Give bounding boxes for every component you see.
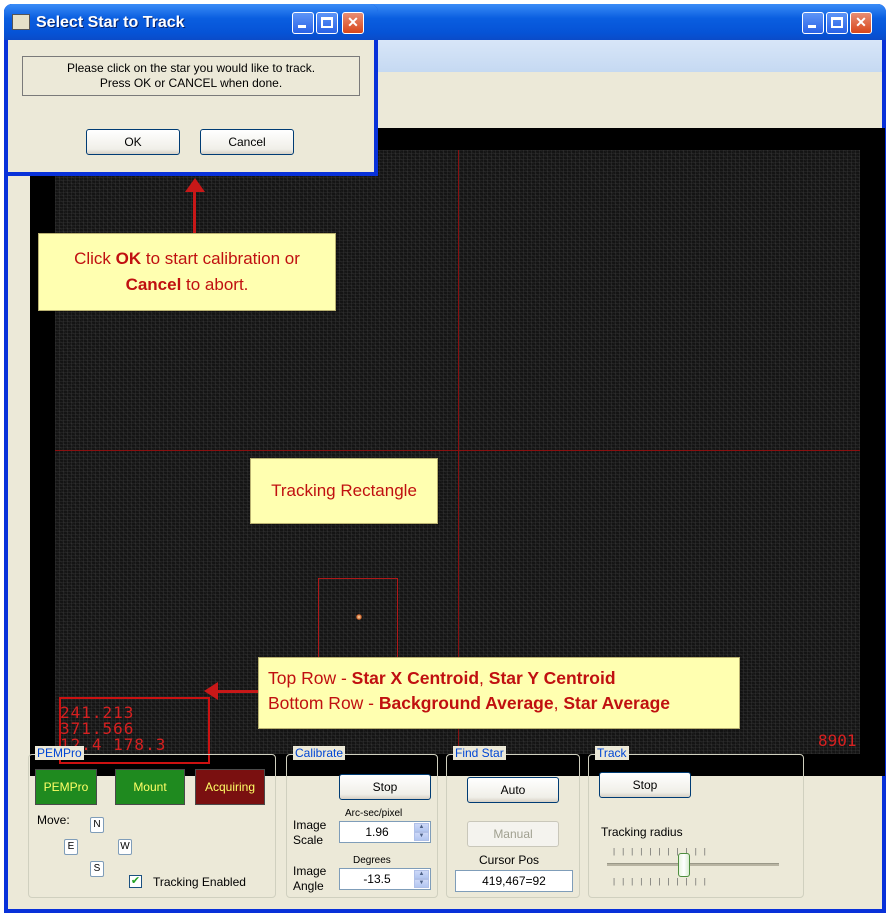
callout-bold: Star X Centroid: [351, 668, 480, 688]
dialog-message-line1: Please click on the star you would like …: [66, 61, 316, 75]
image-angle-spinner[interactable]: ▲ ▼: [414, 870, 429, 888]
slider-ticks-top: |||||||||||: [613, 847, 713, 856]
dialog-message: Please click on the star you would like …: [22, 56, 360, 96]
maximize-icon: [831, 17, 843, 28]
dialog-minimize-button[interactable]: [292, 12, 314, 34]
tracking-radius-label: Tracking radius: [601, 825, 683, 839]
dialog-close-button[interactable]: ✕: [342, 12, 364, 34]
callout-bold: Star Average: [563, 693, 671, 713]
image-scale-field[interactable]: 1.96 ▲ ▼: [339, 821, 431, 843]
pempro-group-label: PEMPro: [35, 746, 84, 760]
dialog-client-area: Please click on the star you would like …: [8, 40, 374, 172]
maximize-button[interactable]: [826, 12, 848, 34]
rows-arrow-shaft: [218, 690, 258, 693]
manual-button[interactable]: Manual: [467, 821, 559, 847]
track-stop-button[interactable]: Stop: [599, 772, 691, 798]
acquiring-status-button[interactable]: Acquiring: [195, 769, 265, 805]
callout-text: Bottom Row -: [268, 693, 379, 713]
callout-text: to start calibration or: [141, 249, 300, 268]
callout-text: to abort.: [181, 275, 249, 294]
dialog-maximize-button[interactable]: [316, 12, 338, 34]
callout-bold: Cancel: [125, 275, 182, 294]
dialog-title-bar: Select Star to Track ✕: [4, 4, 378, 40]
calibrate-stop-button[interactable]: Stop: [339, 774, 431, 800]
spin-down-icon[interactable]: ▼: [414, 832, 429, 841]
mount-status-button[interactable]: Mount: [115, 769, 185, 805]
callout-text: ,: [479, 668, 489, 688]
pempro-status-button[interactable]: PEMPro: [35, 769, 97, 805]
arrow-left-icon: [204, 682, 218, 700]
app-icon: [12, 14, 30, 30]
image-scale-label: Image Scale: [293, 818, 326, 848]
image-scale-spinner[interactable]: ▲ ▼: [414, 823, 429, 841]
close-button[interactable]: ✕: [850, 12, 872, 34]
callout-text: Top Row -: [268, 668, 352, 688]
move-north-button[interactable]: N: [90, 817, 104, 833]
calibrate-group: Calibrate Stop Image Scale Arc-sec/pixel …: [286, 746, 438, 898]
minimize-icon: [298, 25, 306, 28]
spin-up-icon[interactable]: ▲: [414, 870, 429, 879]
close-icon: ✕: [347, 14, 359, 30]
tracking-radius-track[interactable]: [607, 863, 779, 866]
frame-counter: 8901: [818, 731, 857, 750]
image-angle-label-l2: Angle: [293, 879, 324, 893]
calibrate-group-label: Calibrate: [293, 746, 346, 760]
rows-callout: Top Row - Star X Centroid, Star Y Centro…: [258, 657, 740, 729]
ok-button[interactable]: OK: [86, 129, 180, 155]
image-angle-field[interactable]: -13.5 ▲ ▼: [339, 868, 431, 890]
find-star-group: Find Star Auto Manual Cursor Pos 419,467…: [446, 746, 580, 898]
minimize-button[interactable]: [802, 12, 824, 34]
maximize-icon: [321, 17, 333, 28]
tracking-rectangle-callout: Tracking Rectangle: [250, 458, 438, 524]
move-label: Move:: [37, 813, 70, 827]
select-star-dialog: Select Star to Track ✕ Please click on t…: [4, 4, 378, 176]
dialog-title: Select Star to Track: [36, 14, 185, 31]
tracking-enabled-checkbox[interactable]: ✔: [129, 875, 142, 888]
readout-top-row: 241.213 371.566: [60, 703, 135, 738]
callout-text: Click: [74, 249, 116, 268]
spin-down-icon[interactable]: ▼: [414, 879, 429, 888]
callout-text: ,: [553, 693, 564, 713]
image-scale-label-l2: Scale: [293, 833, 324, 847]
spin-up-icon[interactable]: ▲: [414, 823, 429, 832]
move-west-button[interactable]: W: [118, 839, 132, 855]
image-angle-value: -13.5: [363, 872, 391, 886]
auto-button[interactable]: Auto: [467, 777, 559, 803]
move-south-button[interactable]: S: [90, 861, 104, 877]
track-group-label: Track: [595, 746, 629, 760]
cancel-button[interactable]: Cancel: [200, 129, 294, 155]
callout-arrow-shaft: [193, 190, 196, 233]
close-icon: ✕: [855, 14, 867, 30]
image-scale-value: 1.96: [365, 825, 389, 839]
degrees-label: Degrees: [353, 855, 391, 866]
track-group: Track Stop Tracking radius ||||||||||| |…: [588, 746, 804, 898]
callout-bold: Background Average: [378, 693, 554, 713]
pempro-group: PEMPro PEMPro Mount Acquiring Move: N E …: [28, 746, 276, 898]
dialog-message-line2: Press OK or CANCEL when done.: [99, 76, 283, 90]
tracking-enabled-label: Tracking Enabled: [153, 875, 246, 889]
callout-bold: OK: [115, 249, 142, 268]
crosshair-horizontal: [55, 450, 860, 451]
minimize-icon: [808, 25, 816, 28]
find-star-group-label: Find Star: [453, 746, 506, 760]
arrow-up-icon: [185, 178, 205, 192]
image-scale-label-l1: Image: [293, 818, 327, 832]
cursor-pos-field: 419,467=92: [455, 870, 573, 892]
image-angle-label: Image Angle: [293, 864, 326, 894]
cursor-pos-label: Cursor Pos: [479, 853, 540, 867]
move-east-button[interactable]: E: [64, 839, 78, 855]
tracking-radius-thumb[interactable]: [678, 853, 691, 877]
arc-sec-label: Arc-sec/pixel: [345, 808, 403, 819]
star[interactable]: [356, 614, 362, 620]
ok-cancel-callout: Click OK to start calibration or Cancel …: [38, 233, 336, 311]
slider-ticks-bottom: |||||||||||: [613, 877, 713, 886]
callout-bold: Star Y Centroid: [488, 668, 616, 688]
image-angle-label-l1: Image: [293, 864, 327, 878]
